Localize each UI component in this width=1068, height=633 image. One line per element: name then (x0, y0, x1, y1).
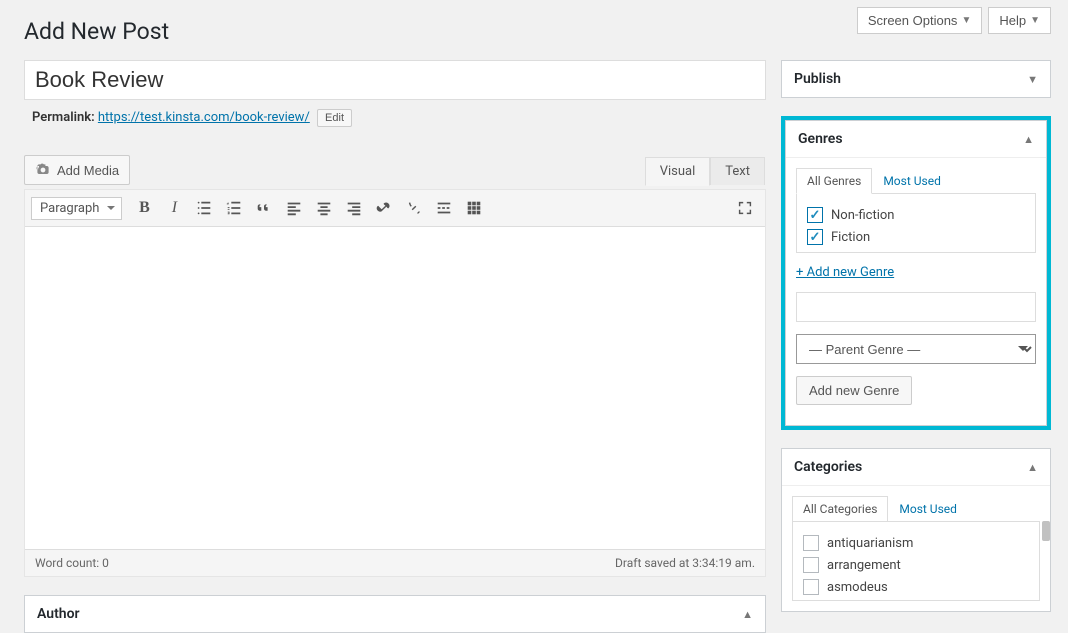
bold-button[interactable]: B (130, 194, 158, 222)
add-new-genre-link[interactable]: + Add new Genre (786, 263, 1046, 292)
chevron-up-icon: ▲ (1023, 133, 1034, 146)
link-button[interactable] (370, 194, 398, 222)
tab-most-used-categories[interactable]: Most Used (888, 496, 968, 522)
toolbar-toggle-button[interactable] (460, 194, 488, 222)
align-center-button[interactable] (310, 194, 338, 222)
author-box-toggle[interactable]: Author ▲ (25, 596, 765, 632)
checkbox-checked-icon[interactable] (807, 229, 823, 245)
bullet-list-button[interactable] (190, 194, 218, 222)
publish-box-toggle[interactable]: Publish ▼ (782, 61, 1050, 97)
tab-visual[interactable]: Visual (645, 157, 711, 186)
help-button[interactable]: Help ▼ (988, 7, 1051, 34)
align-left-button[interactable] (280, 194, 308, 222)
parent-genre-select[interactable]: — Parent Genre — (796, 334, 1036, 364)
tab-all-genres[interactable]: All Genres (796, 168, 872, 194)
checkbox-checked-icon[interactable] (807, 207, 823, 223)
tab-all-categories[interactable]: All Categories (792, 496, 888, 522)
genres-metabox: Genres ▲ All Genres Most Used Non-fictio… (785, 120, 1047, 426)
post-title-input[interactable] (24, 60, 766, 100)
checkbox-icon[interactable] (803, 535, 819, 551)
paragraph-select[interactable]: Paragraph (31, 197, 122, 220)
permalink-row: Permalink: https://test.kinsta.com/book-… (24, 100, 766, 127)
chevron-down-icon: ▼ (1027, 73, 1038, 86)
page-title: Add New Post (24, 18, 169, 45)
publish-metabox: Publish ▼ (781, 60, 1051, 98)
genres-highlight: Genres ▲ All Genres Most Used Non-fictio… (781, 116, 1051, 430)
genres-box-toggle[interactable]: Genres ▲ (786, 121, 1046, 158)
screen-options-button[interactable]: Screen Options ▼ (857, 7, 983, 34)
unlink-button[interactable] (400, 194, 428, 222)
categories-box-toggle[interactable]: Categories ▲ (782, 449, 1050, 486)
checkbox-icon[interactable] (803, 579, 819, 595)
align-right-button[interactable] (340, 194, 368, 222)
category-item[interactable]: asmodeus (803, 576, 1029, 598)
editor-content-area[interactable] (25, 227, 765, 549)
genre-item[interactable]: Non-fiction (807, 204, 1025, 226)
add-genre-button[interactable]: Add new Genre (796, 376, 912, 405)
camera-icon (35, 162, 51, 178)
blockquote-button[interactable] (250, 194, 278, 222)
genre-item[interactable]: Fiction (807, 226, 1025, 248)
permalink-edit-button[interactable]: Edit (317, 109, 352, 127)
insert-more-button[interactable] (430, 194, 458, 222)
new-genre-input[interactable] (796, 292, 1036, 322)
chevron-down-icon: ▼ (961, 15, 971, 26)
draft-saved-label: Draft saved at 3:34:19 am. (615, 556, 755, 570)
numbered-list-button[interactable] (220, 194, 248, 222)
checkbox-icon[interactable] (803, 557, 819, 573)
author-metabox: Author ▲ (24, 595, 766, 633)
tab-most-used-genres[interactable]: Most Used (872, 168, 952, 194)
genres-checklist: Non-fiction Fiction (796, 193, 1036, 253)
chevron-up-icon: ▲ (1027, 461, 1038, 474)
chevron-up-icon: ▲ (742, 608, 753, 621)
fullscreen-button[interactable] (731, 194, 759, 222)
categories-checklist[interactable]: antiquarianism arrangement asmodeus (792, 521, 1040, 601)
editor-toolbar: Paragraph B I (25, 190, 765, 227)
italic-button[interactable]: I (160, 194, 188, 222)
add-media-button[interactable]: Add Media (24, 155, 130, 185)
tab-text[interactable]: Text (710, 157, 765, 185)
word-count: Word count: 0 (35, 556, 109, 570)
permalink-link[interactable]: https://test.kinsta.com/book-review/ (98, 110, 310, 125)
chevron-down-icon: ▼ (1030, 15, 1040, 26)
category-item[interactable]: antiquarianism (803, 532, 1029, 554)
editor: Visual Text Paragraph B I Word count: 0 … (24, 189, 766, 577)
category-item[interactable]: arrangement (803, 554, 1029, 576)
categories-metabox: Categories ▲ All Categories Most Used an… (781, 448, 1051, 612)
